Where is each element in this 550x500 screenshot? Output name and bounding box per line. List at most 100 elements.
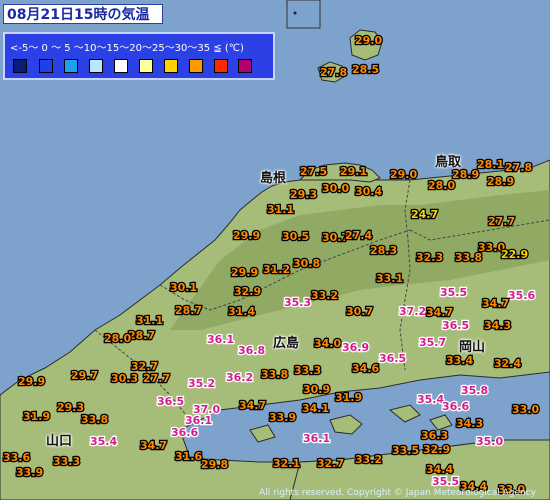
temperature-label: 24.7 [411,208,438,221]
temperature-label: 31.9 [23,410,50,423]
temperature-label: 28.9 [487,175,514,188]
temperature-label: 35.5 [432,475,459,488]
temperature-label: 36.2 [226,371,253,384]
prefecture-label-tottori: 鳥取 [435,155,462,170]
temperature-label: 35.3 [284,296,311,309]
temperature-label: 29.9 [18,375,45,388]
temperature-label: 34.1 [302,402,329,415]
temperature-label: 33.4 [446,354,473,367]
temperature-label: 35.2 [188,377,215,390]
temperature-label: 27.4 [345,229,372,242]
temperature-label: 30.3 [111,372,138,385]
temperature-label: 36.1 [303,432,330,445]
temperature-label: 29.3 [290,188,317,201]
legend-swatch [64,59,78,73]
temperature-label: 33.0 [512,403,539,416]
temperature-label: 32.7 [317,457,344,470]
legend-swatch [89,59,103,73]
temperature-label: 31.1 [136,314,163,327]
temperature-label: 34.7 [140,439,167,452]
temperature-label: 36.5 [157,395,184,408]
temperature-label: 32.3 [416,251,443,264]
temperature-label: 28.0 [104,332,131,345]
temperature-label: 33.9 [16,466,43,479]
temperature-label: 31.1 [267,203,294,216]
temperature-label: 36.8 [238,344,265,357]
temperature-label: 34.6 [352,362,379,375]
legend-swatch [139,59,153,73]
temperature-label: 29.1 [340,165,367,178]
temperature-label: 35.4 [417,393,444,406]
temperature-label: 30.4 [355,185,382,198]
legend-swatch [114,59,128,73]
legend-swatch [214,59,228,73]
temperature-label: 36.9 [342,341,369,354]
temperature-label: 33.3 [53,455,80,468]
temperature-label: 28.7 [175,304,202,317]
temperature-label: 27.8 [505,161,532,174]
temperature-label: 29.9 [233,229,260,242]
legend-swatch [189,59,203,73]
temperature-label: 31.4 [228,305,255,318]
temperature-label: 29.9 [231,266,258,279]
legend-swatch [39,59,53,73]
temperature-label: 29.0 [355,34,382,47]
temperature-label: 27.8 [320,66,347,79]
temperature-label: 33.1 [376,272,403,285]
temperature-label: 36.5 [442,319,469,332]
temperature-label: 31.2 [263,263,290,276]
temperature-label: 33.8 [455,251,482,264]
temperature-label: 30.8 [293,257,320,270]
prefecture-label-hiroshima: 広島 [273,336,300,351]
legend-scale-text: <-5〜 0 〜 5 〜10〜15〜20〜25〜30〜35 ≦ (℃) [10,43,244,54]
temperature-label: 33.3 [294,364,321,377]
temperature-label: 35.0 [476,435,503,448]
temperature-label: 34.7 [239,399,266,412]
inset-dot [293,11,297,15]
temperature-label: 35.6 [508,289,535,302]
temperature-label: 27.5 [300,165,327,178]
temperature-label: 32.9 [423,443,450,456]
temperature-label: 30.1 [170,281,197,294]
temperature-label: 33.6 [3,451,30,464]
temperature-label: 34.3 [456,417,483,430]
temperature-label: 33.8 [261,368,288,381]
temperature-label: 33.2 [311,289,338,302]
temperature-label: 27.7 [488,215,515,228]
temperature-label: 36.1 [207,333,234,346]
temperature-label: 36.5 [379,352,406,365]
legend-swatch [164,59,178,73]
temperature-label: 36.3 [421,429,448,442]
prefecture-label-okayama: 岡山 [459,340,486,355]
temperature-label: 30.5 [282,230,309,243]
temperature-label: 35.4 [90,435,117,448]
temperature-label: 36.6 [442,400,469,413]
temperature-label: 33.9 [269,411,296,424]
temperature-label: 34.3 [484,319,511,332]
temperature-label: 29.7 [71,369,98,382]
legend-swatch [238,59,252,73]
temperature-label: 28.7 [128,329,155,342]
temperature-label: 31.9 [335,391,362,404]
temperature-label: 28.3 [370,244,397,257]
temperature-legend: <-5〜 0 〜 5 〜10〜15〜20〜25〜30〜35 ≦ (℃) [3,32,275,80]
temperature-label: 27.7 [143,372,170,385]
prefecture-label-shimane: 島根 [260,171,287,186]
temperature-label: 29.0 [390,168,417,181]
temperature-label: 37.2 [399,305,426,318]
temperature-label: 33.2 [355,453,382,466]
legend-swatch [13,59,27,73]
temperature-label: 30.0 [322,182,349,195]
copyright-footer: All rights reserved. Copyright © Japan M… [259,488,536,498]
temperature-label: 36.6 [171,426,198,439]
temperature-label: 34.0 [314,337,341,350]
temperature-label: 22.9 [501,248,528,261]
temperature-label: 32.1 [273,457,300,470]
map-title: 08月21日15時の気温 [3,4,163,24]
temperature-label: 28.5 [352,63,379,76]
temperature-label: 35.7 [419,336,446,349]
temperature-label: 30.9 [303,383,330,396]
temperature-label: 30.7 [346,305,373,318]
temperature-label: 32.9 [234,285,261,298]
temperature-label: 33.5 [392,444,419,457]
